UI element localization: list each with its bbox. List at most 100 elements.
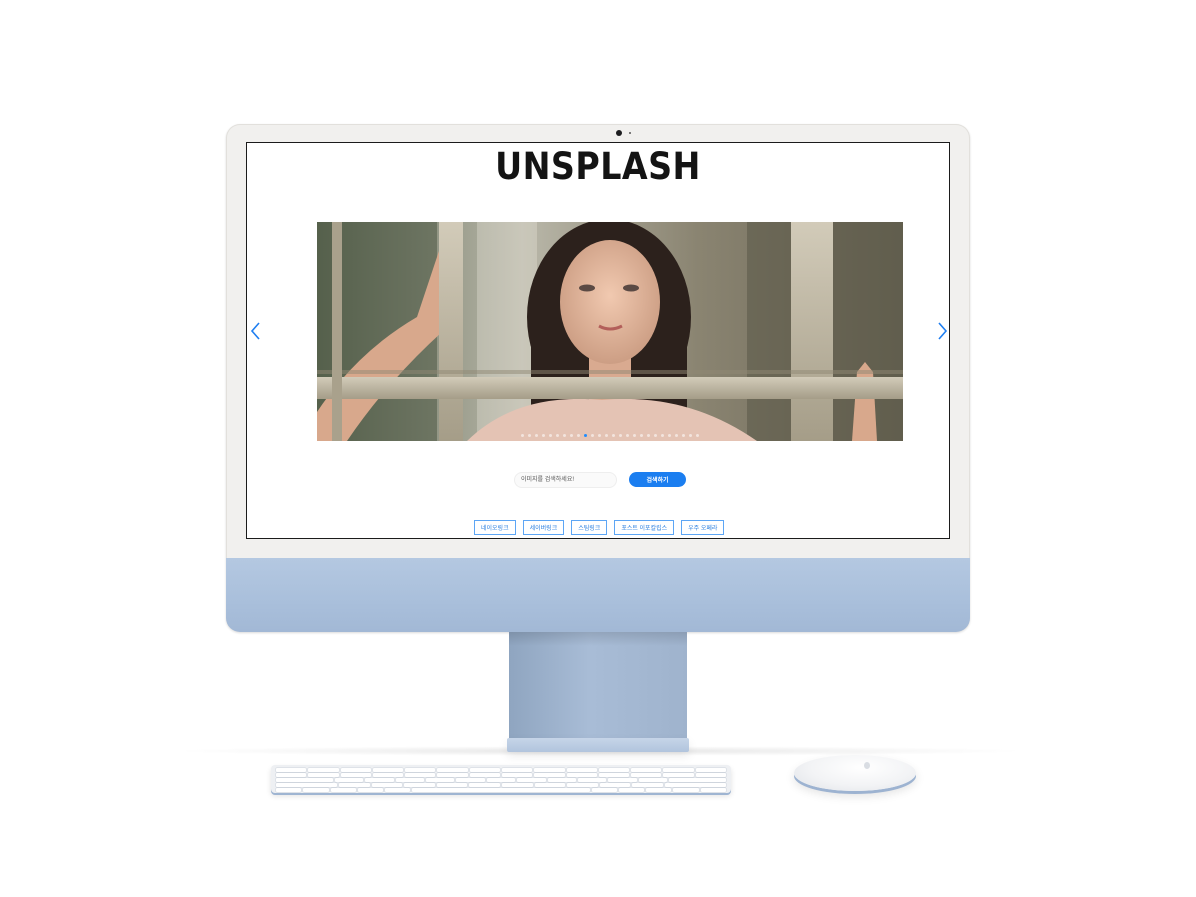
search-button[interactable]: 검색하기 [629,472,686,487]
keyboard-key [638,778,668,782]
carousel-dot[interactable] [556,434,559,437]
keyboard-key [646,788,672,792]
imac-monitor: UNSPLASH 이미지를 검색하세요! 검색하기 네이오링크 세이버링크 스팀… [226,124,970,632]
carousel-dot[interactable] [696,434,699,437]
carousel-dot[interactable] [577,434,580,437]
search-input[interactable] [514,471,617,488]
carousel-dot[interactable] [633,434,636,437]
carousel-dot[interactable] [654,434,657,437]
keyboard-key [618,788,645,792]
keyboard-key [631,768,662,772]
keyboard-key [695,768,726,772]
carousel-next-button[interactable] [935,319,949,343]
keyboard-key [371,783,403,787]
keyboard-key [436,783,468,787]
monitor-stand-foot [507,738,689,752]
keyboard-key [340,773,371,777]
carousel-dot[interactable] [619,434,622,437]
carousel-dot[interactable] [563,434,566,437]
keyboard-key [663,768,694,772]
carousel-dot[interactable] [598,434,601,437]
carousel-dot[interactable] [647,434,650,437]
carousel-prev-button[interactable] [249,319,263,343]
link-button-1[interactable]: 세이버링크 [522,520,565,535]
keyboard-key [566,768,597,772]
keyboard-row [276,773,726,777]
carousel-dot[interactable] [528,434,531,437]
keyboard-key [534,768,565,772]
carousel-dot[interactable] [682,434,685,437]
carousel-dot[interactable] [591,434,594,437]
keyboard-key [663,773,694,777]
link-button-0[interactable]: 네이오링크 [474,520,516,535]
keyboard-key [385,788,411,792]
link-button-2[interactable]: 스팀링크 [571,520,608,535]
keyboard-key [339,783,370,787]
monitor-stand-shadow [509,632,687,646]
carousel-dot[interactable] [640,434,643,437]
keyboard-key [501,773,533,777]
keyboard-key [334,778,364,782]
keyboard [271,765,731,793]
chevron-left-icon [250,322,260,340]
carousel-dot[interactable] [570,434,573,437]
keyboard-key [276,773,307,777]
keyboard-key [469,773,500,777]
carousel-pagination [317,434,903,437]
keyboard-key [534,773,565,777]
carousel-dot[interactable] [661,434,664,437]
keyboard-key [437,768,468,772]
site-logo[interactable]: UNSPLASH [282,145,914,188]
carousel-dot[interactable] [668,434,671,437]
keyboard-key [598,768,630,772]
carousel-dot[interactable] [535,434,538,437]
monitor-stand-neck [509,632,687,740]
keyboard-key [330,788,356,792]
camera-led [629,132,631,134]
link-button-3[interactable]: 포스트 이포칼립스 [614,520,675,535]
carousel-dot[interactable] [612,434,615,437]
carousel-dot[interactable] [626,434,629,437]
keyboard-key [608,778,637,782]
keyboard-key [404,783,435,787]
keyboard-row [276,783,727,787]
carousel-dot[interactable] [549,434,552,437]
keyboard-key [534,783,566,787]
carousel-dot[interactable] [521,434,524,437]
keyboard-key [567,783,598,787]
keyboard-key [486,778,516,782]
keyboard-key [456,778,485,782]
keyboard-key [664,783,727,787]
category-links: 네이오링크 세이버링크 스팀링크 포스트 이포칼립스 우주 오페라 [474,520,725,535]
search-bar: 검색하기 [514,471,686,488]
link-button-4[interactable]: 우주 오페라 [681,520,725,535]
keyboard-key [578,778,607,782]
keyboard-key [591,788,617,792]
hero-carousel[interactable] [317,222,903,441]
keyboard-key [405,773,436,777]
keyboard-key [566,773,597,777]
keyboard-key [308,768,339,772]
keyboard-key [598,773,630,777]
camera-icon [616,130,622,136]
hero-image [317,222,903,441]
keyboard-key [695,773,726,777]
keyboard-key [372,768,404,772]
apple-logo-icon [864,762,870,769]
carousel-dot[interactable] [542,434,545,437]
browser-screen: UNSPLASH 이미지를 검색하세요! 검색하기 네이오링크 세이버링크 스팀… [246,142,950,539]
chevron-right-icon [938,322,948,340]
keyboard-key [469,768,500,772]
keyboard-key [437,773,468,777]
keyboard-key [700,788,727,792]
carousel-dot[interactable] [675,434,678,437]
keyboard-key [599,783,631,787]
keyboard-key [426,778,455,782]
keyboard-key [517,778,546,782]
carousel-dot[interactable] [584,434,587,437]
keyboard-key [502,783,533,787]
carousel-dot[interactable] [605,434,608,437]
carousel-dot[interactable] [689,434,692,437]
keyboard-key [276,788,302,792]
keyboard-key [412,788,590,792]
